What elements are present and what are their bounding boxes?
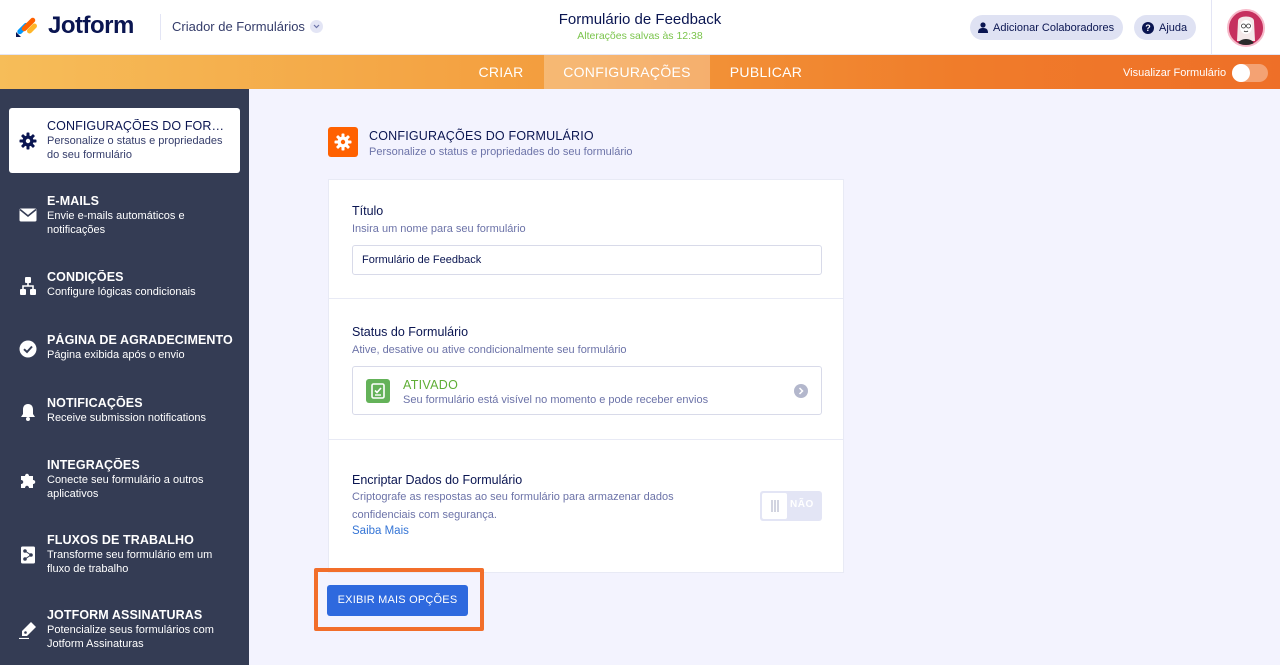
- sidebar-item-title: PÁGINA DE AGRADECIMENTO: [47, 333, 233, 347]
- svg-text:?: ?: [1145, 23, 1151, 33]
- title-field-label: Título: [352, 204, 384, 218]
- sidebar-item-desc: Personalize o status e propriedades do s…: [47, 135, 223, 161]
- avatar[interactable]: [1227, 9, 1265, 47]
- encrypt-field-label: Encriptar Dados do Formulário: [352, 473, 523, 487]
- top-header: Jotform Criador de Formulários Formulári…: [0, 0, 1280, 55]
- builder-tabs: CRIAR CONFIGURAÇÕES PUBLICAR Visualizar …: [0, 55, 1280, 89]
- sidebar-item-desc: Receive submission notifications: [47, 412, 206, 424]
- sidebar-item-thank-you[interactable]: PÁGINA DE AGRADECIMENTO Página exibida a…: [0, 330, 249, 370]
- status-field-help: Ative, desative ou ative condicionalment…: [352, 344, 627, 356]
- envelope-icon: [18, 205, 38, 225]
- settings-sidebar: CONFIGURAÇÕES DO FORMULÁRIO Personalize …: [0, 89, 249, 665]
- preview-switch[interactable]: [1232, 64, 1269, 82]
- form-title[interactable]: Formulário de Feedback: [490, 11, 790, 28]
- gear-icon: [18, 131, 38, 151]
- form-title-input[interactable]: Formulário de Feedback: [352, 245, 822, 275]
- check-circle-icon: [18, 339, 38, 359]
- sidebar-item-title: INTEGRAÇÕES: [47, 458, 140, 472]
- signature-icon: [18, 620, 38, 640]
- form-title-block: Formulário de Feedback Alterações salvas…: [490, 11, 790, 42]
- preview-form-toggle[interactable]: Visualizar Formulário: [1123, 64, 1269, 82]
- sidebar-item-desc: Conecte seu formulário a outros aplicati…: [47, 474, 204, 500]
- section-divider: [329, 439, 843, 440]
- sidebar-item-desc: Potencialize seus formulários com Jotfor…: [47, 624, 214, 650]
- help-button[interactable]: ? Ajuda: [1134, 15, 1197, 40]
- encrypt-field-help: Criptografe as respostas ao seu formulár…: [352, 491, 674, 521]
- builder-label: Criador de Formulários: [172, 19, 305, 34]
- builder-dropdown[interactable]: Criador de Formulários: [172, 19, 323, 34]
- conditions-icon: [18, 276, 38, 296]
- sidebar-item-desc: Transforme seu formulário em um fluxo de…: [47, 549, 213, 575]
- sidebar-item-conditions[interactable]: CONDIÇÕES Configure lógicas condicionais: [0, 267, 249, 307]
- sidebar-item-workflows[interactable]: FLUXOS DE TRABALHO Transforme seu formul…: [0, 530, 249, 586]
- sidebar-item-integrations[interactable]: INTEGRAÇÕES Conecte seu formulário a out…: [0, 455, 249, 511]
- sidebar-item-desc: Página exibida após o envio: [47, 349, 185, 361]
- settings-section-gear-icon: [328, 127, 358, 157]
- enabled-form-icon: [366, 379, 390, 403]
- add-collaborators-label: Adicionar Colaboradores: [993, 21, 1115, 34]
- jotform-logo-icon: [16, 17, 37, 37]
- bell-icon: [18, 402, 38, 422]
- status-field-label: Status do Formulário: [352, 325, 469, 339]
- sidebar-item-desc: Configure lógicas condicionais: [47, 286, 196, 298]
- logo-text: Jotform: [48, 12, 134, 39]
- show-more-options-button[interactable]: EXIBIR MAIS OPÇÕES: [327, 585, 468, 616]
- toggle-handle-icon: [762, 493, 787, 519]
- add-collaborators-button[interactable]: Adicionar Colaboradores: [970, 15, 1124, 40]
- encrypt-toggle-state: NÃO: [790, 499, 814, 510]
- header-divider: [160, 14, 161, 40]
- sidebar-item-title: NOTIFICAÇÕES: [47, 396, 143, 410]
- encrypt-toggle[interactable]: NÃO: [760, 491, 822, 521]
- sidebar-item-title: CONFIGURAÇÕES DO FORMULÁRIO: [47, 119, 233, 133]
- status-description: Seu formulário está visível no momento e…: [403, 394, 709, 406]
- section-title: CONFIGURAÇÕES DO FORMULÁRIO: [369, 129, 594, 143]
- puzzle-icon: [18, 470, 38, 490]
- sidebar-item-title: JOTFORM ASSINATURAS: [47, 608, 203, 622]
- sidebar-item-notifications[interactable]: NOTIFICAÇÕES Receive submission notifica…: [0, 393, 249, 433]
- user-icon: [978, 22, 988, 33]
- chevron-down-icon: [309, 20, 323, 33]
- section-description: Personalize o status e propriedades do s…: [369, 146, 633, 158]
- header-divider-right: [1211, 0, 1212, 55]
- switch-knob: [1232, 64, 1251, 82]
- section-divider: [329, 298, 843, 299]
- learn-more-link[interactable]: Saiba Mais: [352, 525, 409, 537]
- tab-settings[interactable]: CONFIGURAÇÕES: [544, 55, 710, 89]
- help-label: Ajuda: [1159, 21, 1188, 34]
- tab-create[interactable]: CRIAR: [458, 55, 544, 89]
- sidebar-item-signatures[interactable]: JOTFORM ASSINATURAS Potencialize seus fo…: [0, 605, 249, 661]
- chevron-right-icon: [794, 384, 808, 398]
- sidebar-item-title: CONDIÇÕES: [47, 270, 124, 284]
- status-name: ATIVADO: [403, 378, 459, 392]
- sidebar-item-emails[interactable]: E-MAILS Envie e-mails automáticos e noti…: [0, 185, 249, 241]
- question-icon: ?: [1142, 21, 1154, 34]
- tab-publish[interactable]: PUBLICAR: [710, 55, 822, 89]
- jotform-logo[interactable]: Jotform: [14, 12, 134, 40]
- preview-form-label: Visualizar Formulário: [1123, 67, 1227, 79]
- form-settings-card: Título Insira um nome para seu formulári…: [328, 179, 844, 573]
- sidebar-item-desc: Envie e-mails automáticos e notificações: [47, 210, 185, 236]
- form-status-selector[interactable]: ATIVADO Seu formulário está visível no m…: [352, 366, 822, 415]
- sidebar-item-title: E-MAILS: [47, 194, 100, 208]
- sidebar-item-title: FLUXOS DE TRABALHO: [47, 533, 194, 547]
- sidebar-item-form-settings[interactable]: CONFIGURAÇÕES DO FORMULÁRIO Personalize …: [9, 108, 240, 173]
- avatar-illustration-icon: [1229, 11, 1263, 45]
- workflow-icon: [18, 545, 38, 565]
- title-field-help: Insira um nome para seu formulário: [352, 223, 526, 235]
- save-status: Alterações salvas às 12:38: [577, 30, 703, 42]
